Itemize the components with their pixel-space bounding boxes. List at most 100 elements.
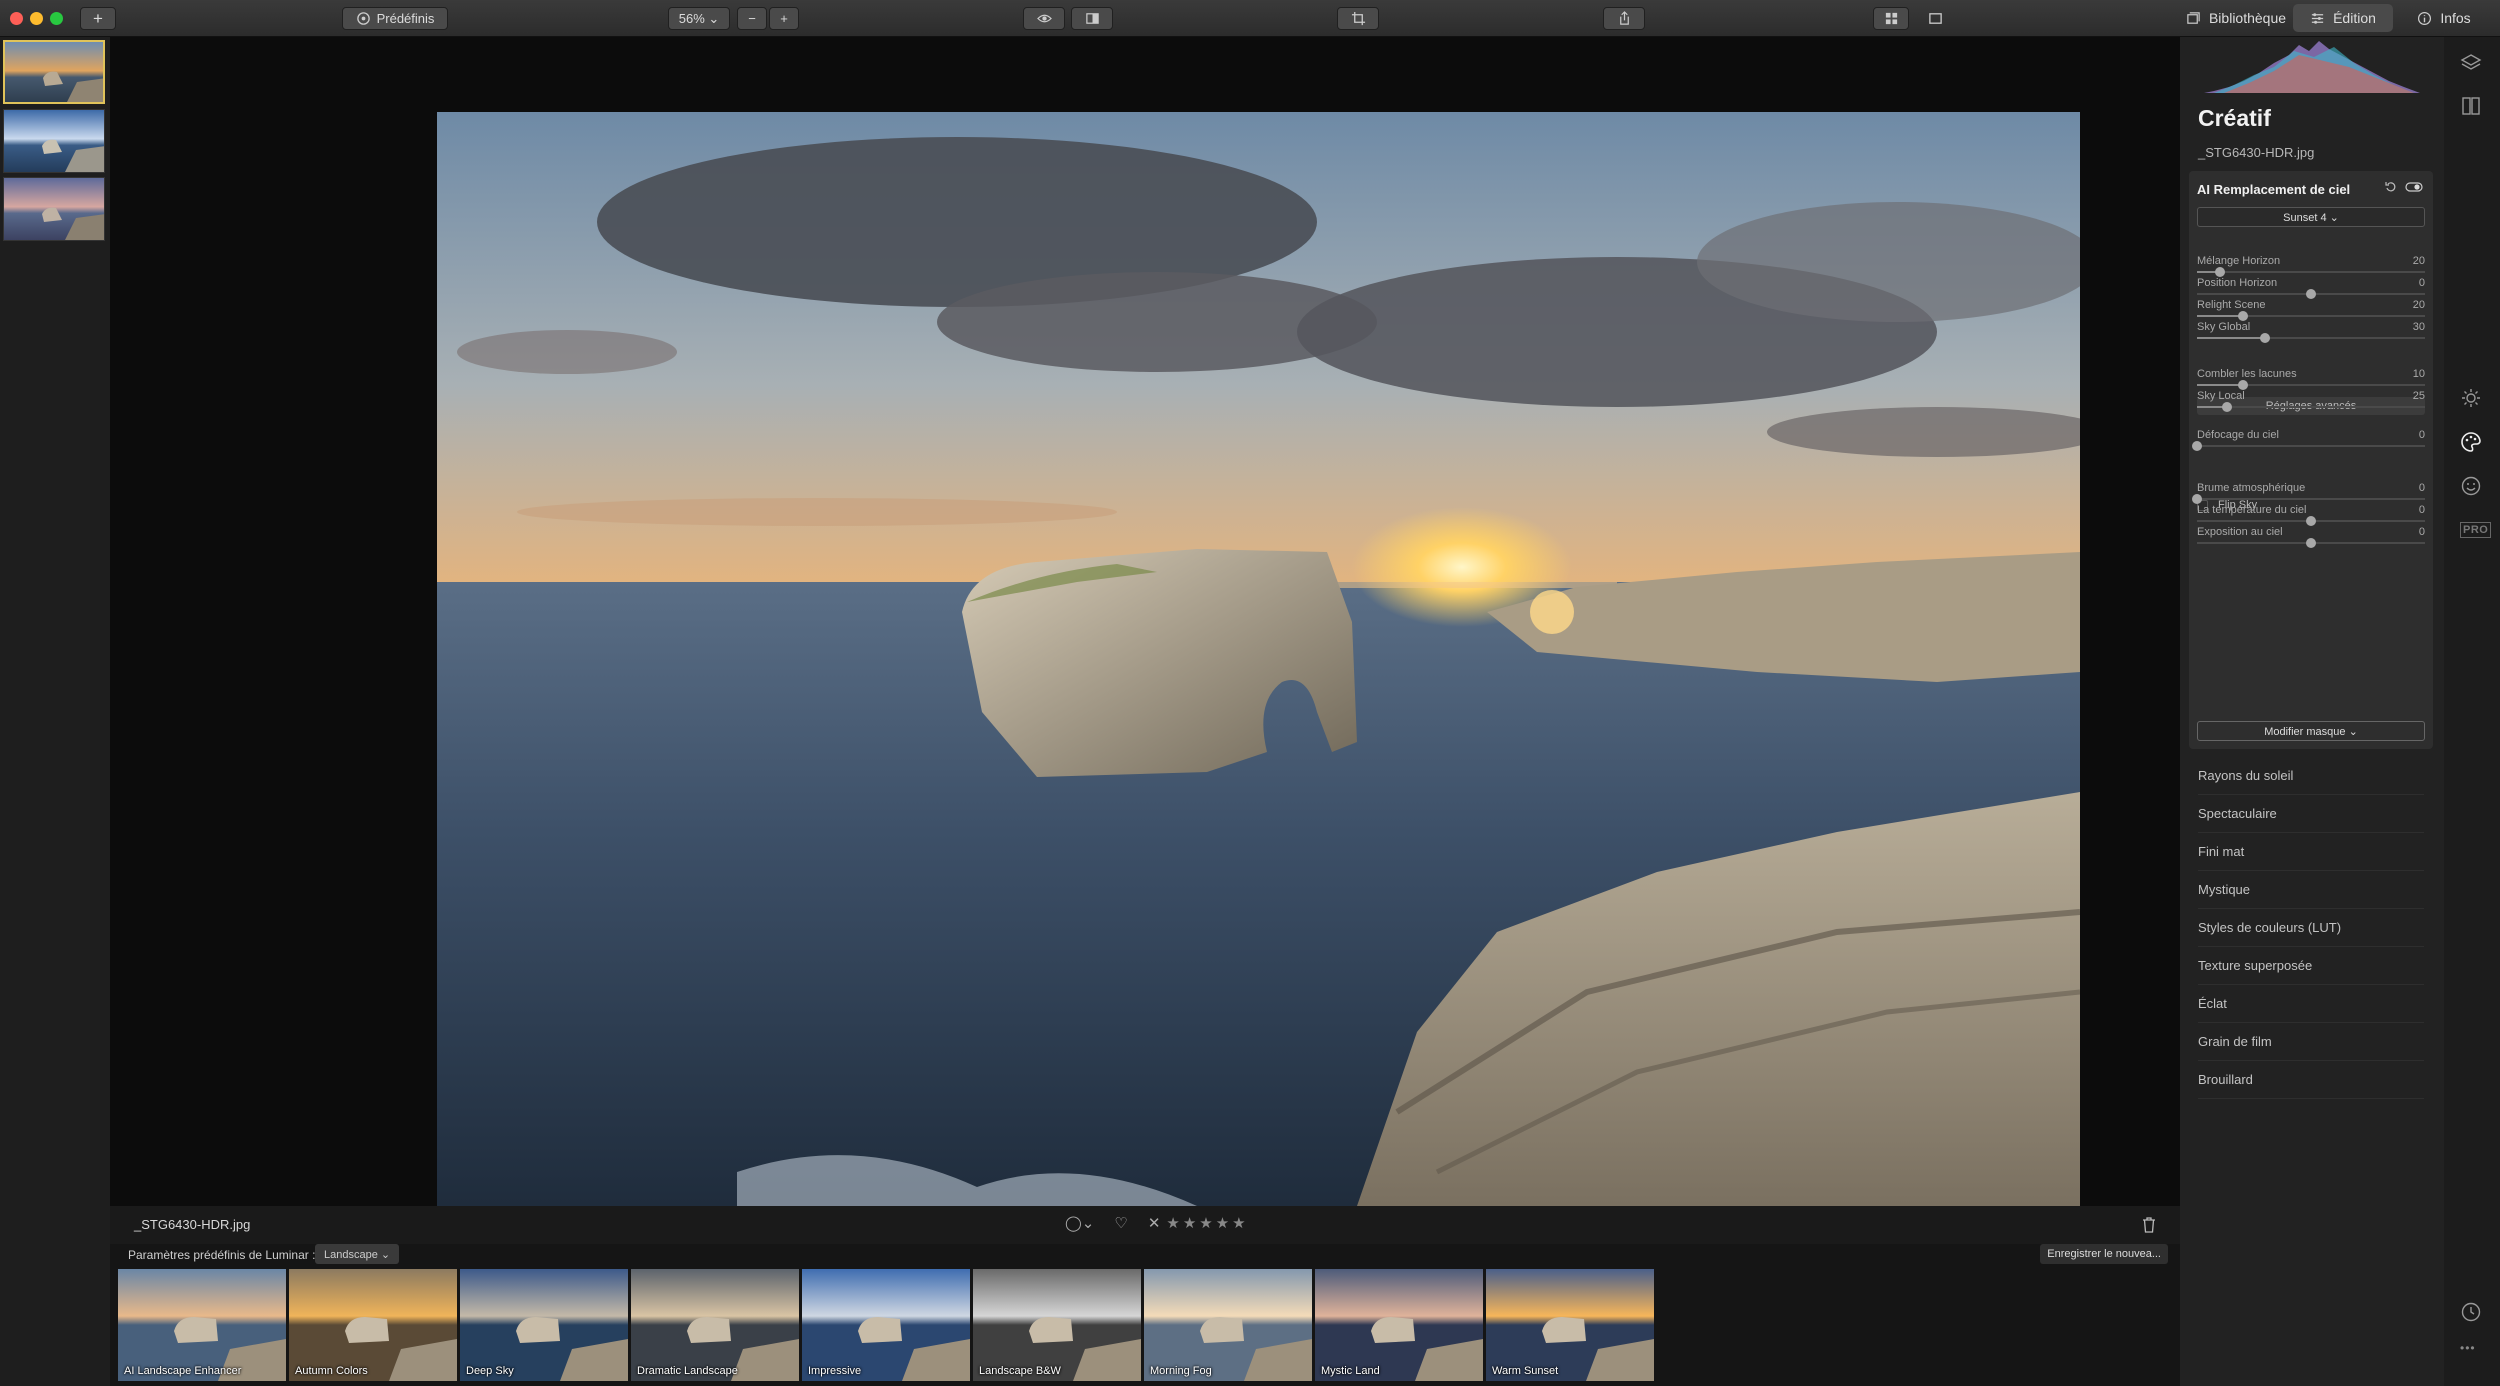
- filmstrip-thumbnail[interactable]: [3, 109, 105, 173]
- heart-icon[interactable]: ♡: [1114, 1214, 1127, 1232]
- close-window-button[interactable]: [10, 12, 23, 25]
- filmstrip-thumbnail[interactable]: [3, 40, 105, 104]
- tool-item[interactable]: Grain de film: [2198, 1023, 2424, 1061]
- filmstrip-thumbnail[interactable]: [3, 177, 105, 241]
- slider-handle[interactable]: [2237, 311, 2248, 321]
- presets-button[interactable]: Prédéfinis: [342, 7, 448, 30]
- slider-sky-local[interactable]: Sky Local 25: [2197, 390, 2425, 416]
- slider-value: 30: [2412, 321, 2425, 333]
- top-toolbar: + Prédéfinis 56% ⌄ − + Bibliothèque Édit…: [0, 0, 2500, 37]
- preset-category-dropdown[interactable]: Landscape ⌄: [315, 1244, 400, 1264]
- slider-exposition-au-ciel[interactable]: Exposition au ciel 0: [2197, 526, 2425, 552]
- slider-handle[interactable]: [2214, 267, 2225, 277]
- tool-item[interactable]: Brouillard: [2198, 1061, 2424, 1099]
- preset-thumbnail[interactable]: Dramatic Landscape: [631, 1269, 799, 1381]
- preset-thumbnail[interactable]: Morning Fog: [1144, 1269, 1312, 1381]
- reset-icon[interactable]: [2385, 181, 2397, 193]
- tab-edit[interactable]: Édition: [2293, 4, 2393, 32]
- slider-fill: [2197, 384, 2243, 386]
- tab-edit-label: Édition: [2333, 10, 2376, 26]
- preview-toggle-button[interactable]: [1023, 7, 1065, 30]
- canvas-icon: [2462, 97, 2480, 115]
- zoom-window-button[interactable]: [50, 12, 63, 25]
- grid-icon: [1885, 12, 1897, 25]
- slider-handle[interactable]: [2237, 380, 2248, 390]
- preset-thumbnail[interactable]: Impressive: [802, 1269, 970, 1381]
- zoom-in-button[interactable]: +: [769, 7, 799, 30]
- preset-name: Landscape B&W: [979, 1365, 1061, 1377]
- zoom-out-button[interactable]: −: [737, 7, 767, 30]
- crop-icon: [1351, 11, 1365, 26]
- tool-item[interactable]: Styles de couleurs (LUT): [2198, 909, 2424, 947]
- zoom-dropdown[interactable]: 56% ⌄: [668, 7, 730, 30]
- plus-icon: +: [93, 8, 103, 28]
- grid-view-button[interactable]: [1873, 7, 1909, 30]
- tab-library[interactable]: Bibliothèque: [2180, 4, 2292, 32]
- tool-item[interactable]: Éclat: [2198, 985, 2424, 1023]
- single-view-button[interactable]: [1917, 7, 1953, 30]
- sun-icon: [2462, 389, 2480, 407]
- preset-thumbnail[interactable]: Deep Sky: [460, 1269, 628, 1381]
- slider-handle[interactable]: [2306, 538, 2316, 548]
- preset-name: AI Landscape Enhancer: [124, 1365, 242, 1377]
- preset-thumbnail[interactable]: AI Landscape Enhancer: [118, 1269, 286, 1381]
- compare-button[interactable]: [1071, 7, 1113, 30]
- slider-sky-global[interactable]: Sky Global 30: [2197, 321, 2425, 347]
- star-rating[interactable]: ★★★★★: [1166, 1214, 1248, 1232]
- share-button[interactable]: [1603, 7, 1645, 30]
- sky-selection-dropdown[interactable]: Sunset 4 ⌄: [2197, 207, 2425, 227]
- portrait-button[interactable]: [2458, 473, 2484, 499]
- main-photo[interactable]: [437, 112, 2080, 1206]
- tool-item[interactable]: Fini mat: [2198, 833, 2424, 871]
- preset-thumbnail[interactable]: Warm Sunset: [1486, 1269, 1654, 1381]
- toggle-visibility-icon[interactable]: [2405, 181, 2423, 193]
- slider-handle[interactable]: [2192, 441, 2202, 451]
- preset-name: Deep Sky: [466, 1365, 514, 1377]
- essentials-button[interactable]: [2458, 385, 2484, 411]
- tool-item[interactable]: Texture superposée: [2198, 947, 2424, 985]
- minimize-window-button[interactable]: [30, 12, 43, 25]
- slider-handle[interactable]: [2221, 402, 2232, 412]
- slider-fill: [2197, 315, 2243, 317]
- preset-thumbnail[interactable]: Mystic Land: [1315, 1269, 1483, 1381]
- slider-track[interactable]: [2197, 271, 2425, 273]
- slider-value: 0: [2418, 429, 2425, 441]
- add-image-button[interactable]: +: [80, 7, 116, 30]
- sky-replacement-tool: AI Remplacement de ciel Sunset 4 ⌄ Régla…: [2189, 171, 2433, 749]
- layers-button[interactable]: [2458, 50, 2484, 76]
- presets-bar-label: Paramètres prédéfinis de Luminar :: [128, 1248, 316, 1262]
- creative-button[interactable]: [2458, 429, 2484, 455]
- presets-bar: Paramètres prédéfinis de Luminar : Lands…: [110, 1244, 2180, 1386]
- slider-fill: [2197, 337, 2266, 339]
- slider-track[interactable]: [2197, 445, 2425, 447]
- single-image-icon: [1928, 13, 1942, 24]
- tool-item[interactable]: Rayons du soleil: [2198, 757, 2424, 795]
- slider-handle[interactable]: [2306, 289, 2316, 299]
- slider-handle[interactable]: [2260, 333, 2271, 343]
- slider-handle[interactable]: [2192, 494, 2202, 504]
- canvas-tools-button[interactable]: [2458, 93, 2484, 119]
- tool-item[interactable]: Spectaculaire: [2198, 795, 2424, 833]
- rating-controls: ◯⌄ ♡ ✕ ★★★★★: [1065, 1214, 1249, 1232]
- history-button[interactable]: [2458, 1299, 2484, 1325]
- eye-icon: [1036, 14, 1052, 23]
- tool-item[interactable]: Mystique: [2198, 871, 2424, 909]
- image-canvas: [110, 37, 2180, 1237]
- slider-track[interactable]: [2197, 498, 2425, 500]
- more-options-icon[interactable]: •••: [2460, 1341, 2476, 1355]
- flag-dropdown[interactable]: ◯⌄: [1065, 1214, 1094, 1232]
- edit-panel: Créatif _STG6430-HDR.jpg AI Remplacement…: [2180, 37, 2444, 1386]
- slider-d-focage-du-ciel[interactable]: Défocage du ciel 0: [2192, 429, 2425, 455]
- preset-thumbnail[interactable]: Landscape B&W: [973, 1269, 1141, 1381]
- tab-info[interactable]: Infos: [2394, 4, 2494, 32]
- reject-icon[interactable]: ✕: [1148, 1214, 1161, 1232]
- preset-thumbnail[interactable]: Autumn Colors: [289, 1269, 457, 1381]
- trash-icon[interactable]: [2142, 1217, 2156, 1233]
- save-preset-button[interactable]: Enregistrer le nouvea...: [2040, 1244, 2168, 1264]
- thumbnail-image: [4, 178, 104, 240]
- slider-handle[interactable]: [2306, 516, 2316, 526]
- edit-mask-button[interactable]: Modifier masque ⌄: [2197, 721, 2425, 741]
- slider-label: Exposition au ciel: [2197, 526, 2283, 538]
- crop-button[interactable]: [1337, 7, 1379, 30]
- pro-tools-badge[interactable]: PRO: [2460, 522, 2492, 538]
